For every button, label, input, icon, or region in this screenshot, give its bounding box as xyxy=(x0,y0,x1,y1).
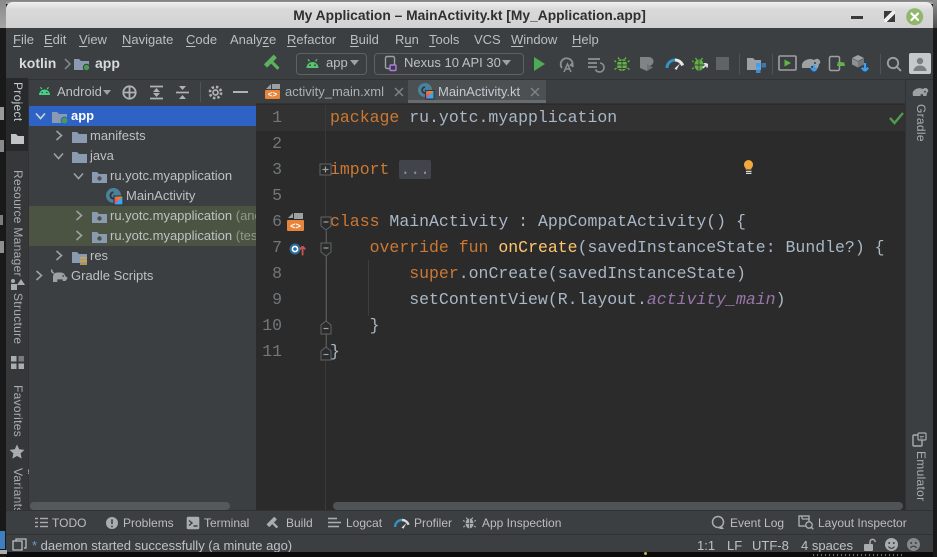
svg-text:<>: <> xyxy=(268,91,278,100)
svg-text:<>: <> xyxy=(290,222,301,232)
